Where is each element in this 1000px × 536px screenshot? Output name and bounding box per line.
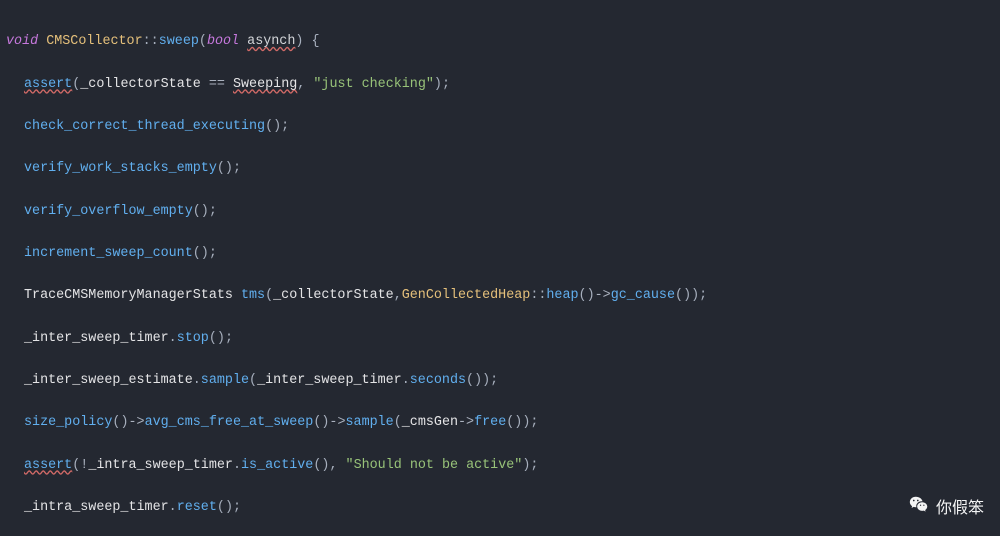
code-line: void CMSCollector::sweep(bool asynch) { — [6, 31, 994, 52]
code-line: TraceCMSMemoryManagerStats tms(_collecto… — [6, 285, 994, 306]
code-line: _intra_sweep_timer.reset(); — [6, 497, 994, 518]
watermark-text: 你假笨 — [936, 496, 984, 521]
code-line: _inter_sweep_estimate.sample(_inter_swee… — [6, 370, 994, 391]
code-line: check_correct_thread_executing(); — [6, 116, 994, 137]
code-line: size_policy()->avg_cms_free_at_sweep()->… — [6, 412, 994, 433]
keyword: void — [6, 34, 38, 49]
wechat-icon — [908, 494, 930, 524]
code-viewer: void CMSCollector::sweep(bool asynch) { … — [0, 0, 1000, 536]
code-line: assert(!_intra_sweep_timer.is_active(), … — [6, 455, 994, 476]
code-line: _inter_sweep_timer.stop(); — [6, 328, 994, 349]
function-name: sweep — [159, 34, 199, 49]
code-line: increment_sweep_count(); — [6, 243, 994, 264]
class-name: CMSCollector — [46, 34, 142, 49]
watermark: 你假笨 — [908, 494, 984, 524]
code-line: verify_work_stacks_empty(); — [6, 158, 994, 179]
code-line: verify_overflow_empty(); — [6, 201, 994, 222]
param: asynch — [247, 34, 295, 49]
code-line: assert(_collectorState == Sweeping, "jus… — [6, 74, 994, 95]
